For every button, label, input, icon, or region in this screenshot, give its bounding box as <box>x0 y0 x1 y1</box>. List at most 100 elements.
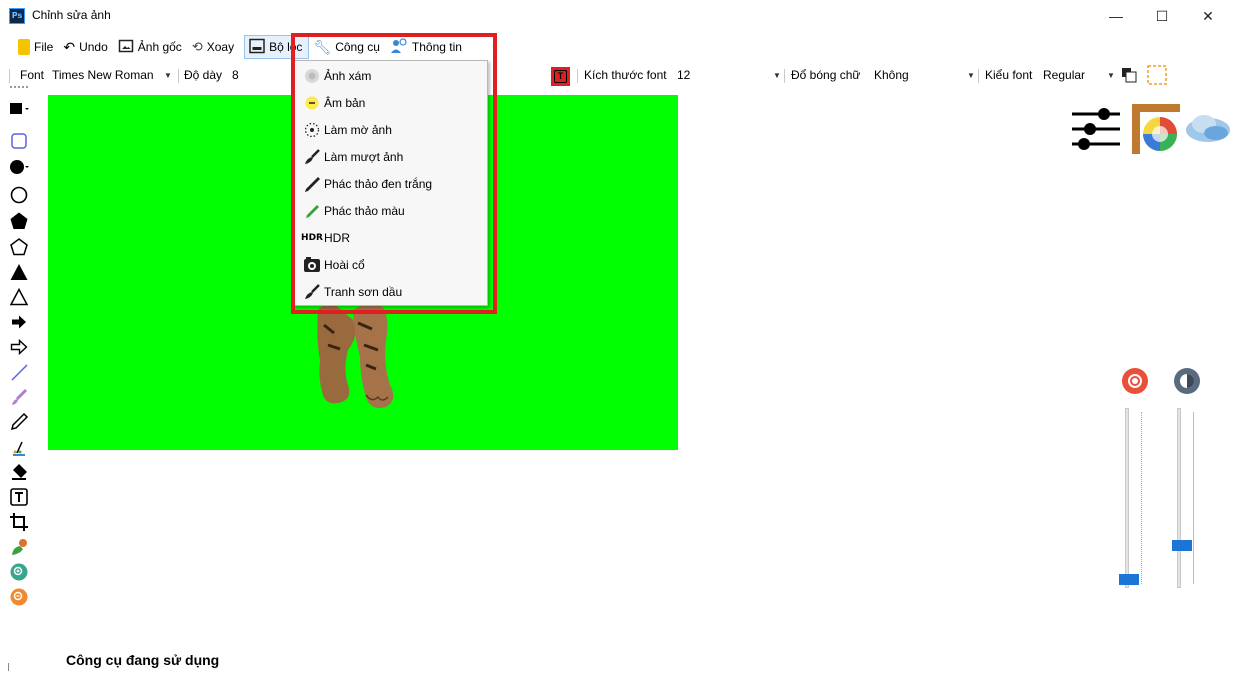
pencil-tool[interactable] <box>8 411 30 433</box>
font-size-select[interactable]: 12 <box>677 68 690 82</box>
contrast-slider-ticks <box>1193 412 1194 584</box>
menu-undo[interactable]: ↶ Undo <box>59 35 113 59</box>
font-style-dropdown-arrow-icon[interactable]: ▼ <box>1107 71 1115 80</box>
contrast-slider-track[interactable] <box>1177 408 1181 588</box>
font-size-dropdown-arrow-icon[interactable]: ▼ <box>773 71 781 80</box>
format-toolbar: Font Times New Roman ▼ Độ dày 8 T Kích t… <box>0 64 1255 88</box>
filter-vintage-item[interactable]: Hoài cổ <box>293 251 489 278</box>
line-tool[interactable] <box>8 361 30 383</box>
spray-tool[interactable] <box>8 436 30 458</box>
bw-sketch-icon <box>303 175 321 193</box>
toolbar-grip <box>9 69 10 83</box>
minimize-button[interactable]: — <box>1093 0 1139 32</box>
maximize-button[interactable]: ☐ <box>1139 0 1185 32</box>
brush-tool[interactable] <box>8 386 30 408</box>
filter-color-sketch-label: Phác thảo màu <box>324 203 405 218</box>
font-size-label: Kích thước font <box>584 68 667 82</box>
pentagon-tool[interactable] <box>8 236 30 258</box>
app-icon: Ps <box>9 8 25 24</box>
filter-oil-paint-item[interactable]: Tranh sơn dầu <box>293 278 489 305</box>
minimize-icon: — <box>1109 8 1123 24</box>
toolbar-separator <box>178 69 179 83</box>
ellipse-tool[interactable] <box>8 184 30 206</box>
filter-dropdown-menu: Ảnh xám Âm bản Làm mờ ảnh Làm mượt ảnh P… <box>292 60 488 306</box>
palette-grip <box>10 86 28 88</box>
thickness-input[interactable]: 8 <box>232 68 239 82</box>
filter-color-sketch-item[interactable]: Phác thảo màu <box>293 197 489 224</box>
shadow-select[interactable]: Không <box>874 68 909 82</box>
filter-grayscale-item[interactable]: Ảnh xám <box>293 62 489 89</box>
text-tool-icon: T <box>554 70 567 83</box>
zoom-out-icon[interactable] <box>8 586 30 608</box>
filter-hdr-item[interactable]: HDR HDR <box>293 224 489 251</box>
rounded-rectangle-tool[interactable] <box>8 130 30 152</box>
status-divider <box>8 663 9 671</box>
menu-filter[interactable]: Bộ lọc <box>244 35 310 59</box>
color-picker-tool[interactable] <box>8 536 30 558</box>
font-dropdown-arrow-icon[interactable]: ▼ <box>164 71 172 80</box>
thickness-label: Độ dày <box>184 68 223 82</box>
menu-undo-label: Undo <box>79 40 108 54</box>
menu-original-image[interactable]: Ảnh gốc <box>114 35 188 59</box>
current-tool-label: Công cụ đang sử dụng <box>66 652 220 668</box>
font-style-label: Kiểu font <box>985 68 1033 82</box>
filter-grayscale-label: Ảnh xám <box>324 68 372 83</box>
brightness-slider-thumb[interactable] <box>1119 573 1139 585</box>
blur-icon <box>303 121 321 139</box>
filter-blur-label: Làm mờ ảnh <box>324 122 392 137</box>
menu-rotate-label: Xoay <box>206 40 235 54</box>
text-color-button[interactable]: T <box>551 67 570 86</box>
filled-pentagon-tool[interactable] <box>8 210 30 232</box>
filled-triangle-tool[interactable] <box>8 261 30 283</box>
zoom-in-icon[interactable] <box>8 561 30 583</box>
filter-bw-sketch-item[interactable]: Phác thảo đen trắng <box>293 170 489 197</box>
filter-smooth-item[interactable]: Làm mượt ảnh <box>293 143 489 170</box>
menu-file[interactable]: File <box>14 35 59 59</box>
menu-rotate[interactable]: ⟲ Xoay <box>188 35 240 59</box>
info-icon <box>390 37 408 57</box>
grayscale-icon <box>303 67 321 85</box>
menu-file-label: File <box>34 40 54 54</box>
maximize-icon: ☐ <box>1155 7 1169 24</box>
window-title: Chỉnh sửa ảnh <box>32 8 111 22</box>
filter-blur-item[interactable]: Làm mờ ảnh <box>293 116 489 143</box>
negative-icon <box>303 94 321 112</box>
filter-smooth-label: Làm mượt ảnh <box>324 149 404 164</box>
menu-info[interactable]: Thông tin <box>386 35 468 59</box>
cloud-effect-icon[interactable] <box>1184 108 1232 153</box>
rotate-icon: ⟲ <box>191 39 203 54</box>
filter-vintage-label: Hoài cổ <box>324 257 365 272</box>
hdr-icon: HDR <box>301 229 323 247</box>
title-bar: Ps Chỉnh sửa ảnh — ☐ ✕ <box>0 0 1255 32</box>
triangle-tool[interactable] <box>8 286 30 308</box>
menu-tools[interactable]: 🔧︎ Công cụ <box>309 35 385 59</box>
text-tool[interactable] <box>8 486 30 508</box>
filled-ellipse-tool[interactable] <box>8 156 30 178</box>
original-image-icon <box>118 38 134 57</box>
smooth-icon <box>303 148 321 166</box>
contrast-slider-thumb[interactable] <box>1172 539 1192 551</box>
filled-rectangle-tool[interactable] <box>8 98 30 120</box>
font-select[interactable]: Times New Roman <box>52 68 154 82</box>
arrow-tool[interactable] <box>8 336 30 358</box>
eraser-tool[interactable] <box>8 461 30 483</box>
filter-hdr-label: HDR <box>324 230 350 245</box>
crop-tool[interactable] <box>8 511 30 533</box>
shadow-label: Đổ bóng chữ <box>791 68 861 82</box>
file-icon <box>18 39 30 55</box>
font-label: Font <box>20 68 45 82</box>
filled-arrow-tool[interactable] <box>8 311 30 333</box>
selection-icon[interactable] <box>1146 65 1168 88</box>
filter-oil-paint-label: Tranh sơn dầu <box>324 284 403 299</box>
close-button[interactable]: ✕ <box>1185 0 1231 32</box>
font-style-select[interactable]: Regular <box>1043 68 1085 82</box>
brightness-slider-track[interactable] <box>1125 408 1129 588</box>
color-palette-icon[interactable] <box>1132 104 1180 157</box>
filter-negative-item[interactable]: Âm bản <box>293 89 489 116</box>
adjust-sliders-icon[interactable] <box>1070 104 1122 157</box>
contrast-icon <box>1173 367 1201 398</box>
shadow-dropdown-arrow-icon[interactable]: ▼ <box>967 71 975 80</box>
menu-filter-label: Bộ lọc <box>269 40 303 54</box>
layer-icon[interactable] <box>1121 67 1137 86</box>
filter-bw-sketch-label: Phác thảo đen trắng <box>324 176 433 191</box>
